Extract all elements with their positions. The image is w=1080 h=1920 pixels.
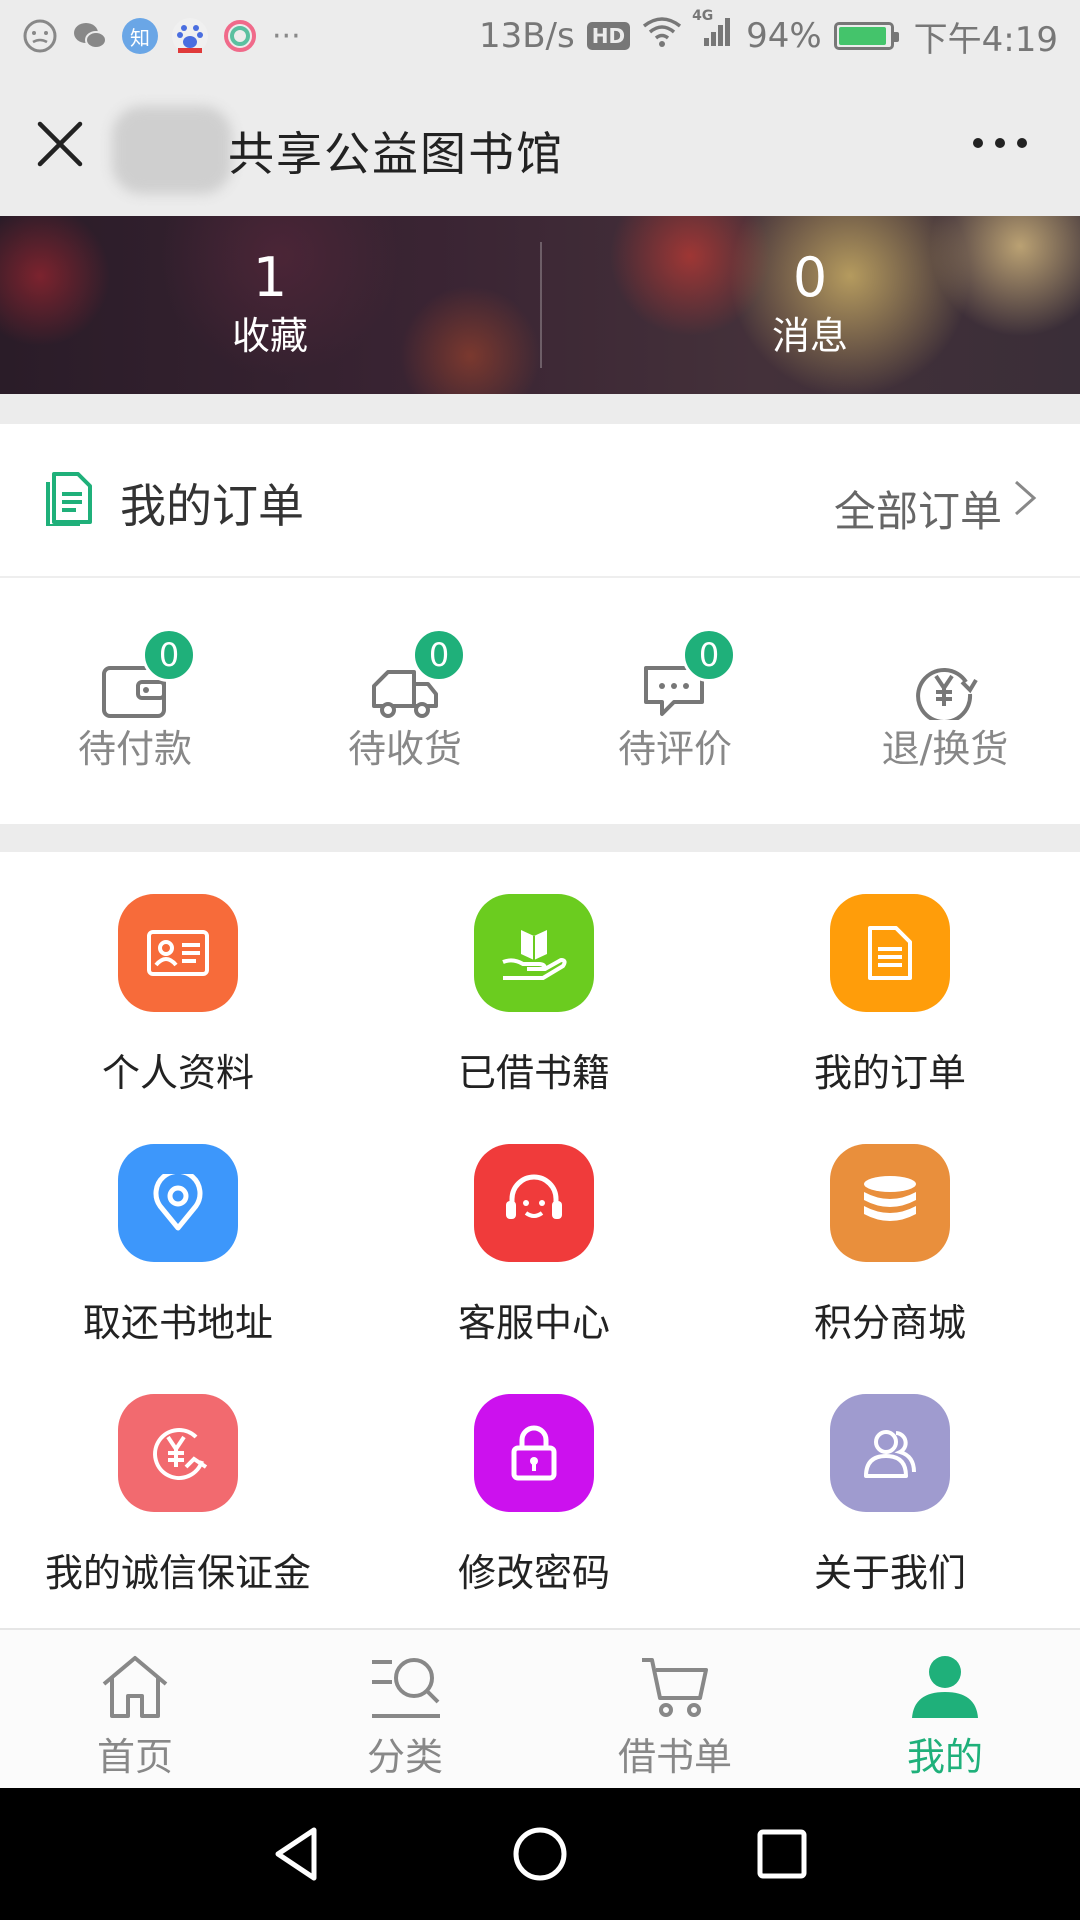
page-title: 共享公益图书馆 (228, 127, 564, 181)
status-bar-apps: 知 ··· (22, 18, 301, 54)
profile-card-icon (118, 894, 238, 1012)
home-icon (102, 1656, 168, 1718)
pending-payment-button[interactable]: 0 待付款 (0, 578, 270, 824)
change-password-label: 修改密码 (457, 1551, 610, 1595)
pending-review-badge: 0 (682, 628, 736, 682)
tab-mine[interactable]: 我的 (810, 1630, 1080, 1790)
yen-return-icon (916, 667, 978, 720)
profile-button[interactable]: 个人资料 (0, 852, 356, 1102)
function-grid: 个人资料 已借书籍 我的订单 取还书地址 客服中心 积分商城 我的诚信保证金 修… (0, 852, 1080, 1628)
pending-payment-label: 待付款 (77, 727, 192, 771)
face-icon (22, 18, 58, 54)
category-search-icon (372, 1658, 440, 1718)
status-bar: 知 ··· 13B/s HD 4G 94% 下午4:19 (0, 0, 1080, 72)
messages-count: 0 (792, 246, 828, 309)
favorites-stat[interactable]: 1 收藏 (120, 246, 420, 362)
pending-review-button[interactable]: 0 待评价 (540, 578, 810, 824)
pending-review-label: 待评价 (617, 727, 732, 771)
wifi-icon (642, 16, 682, 57)
status-more-indicator: ··· (272, 18, 301, 54)
user-icon (912, 1656, 978, 1718)
bottom-tab-bar: 首页 分类 借书单 我的 (0, 1628, 1080, 1788)
pending-receipt-badge: 0 (412, 628, 466, 682)
return-exchange-label: 退/换货 (881, 727, 1009, 771)
headset-icon (474, 1144, 594, 1262)
redacted-logo (112, 106, 232, 194)
customer-service-label: 客服中心 (457, 1301, 610, 1345)
about-us-button[interactable]: 关于我们 (712, 1352, 1068, 1602)
my-orders-grid-button[interactable]: 我的订单 (712, 852, 1068, 1102)
zhihu-icon: 知 (122, 18, 158, 54)
coins-icon (830, 1144, 950, 1262)
battery-percent: 94% (746, 16, 822, 56)
stats-banner: 1 收藏 0 消息 (0, 216, 1080, 394)
pending-receipt-button[interactable]: 0 待收货 (270, 578, 540, 824)
battery-icon (833, 22, 899, 50)
tab-mine-label: 我的 (906, 1735, 983, 1779)
recents-icon[interactable] (752, 1824, 812, 1884)
stats-divider (540, 242, 542, 368)
document-icon (830, 894, 950, 1012)
orders-document-icon (46, 472, 92, 526)
return-exchange-button[interactable]: 退/换货 (810, 578, 1080, 824)
my-orders-title: 我的订单 (120, 479, 304, 533)
location-icon (118, 1144, 238, 1262)
change-password-button[interactable]: 修改密码 (356, 1352, 712, 1602)
chevron-right-icon (1015, 480, 1037, 516)
back-icon[interactable] (268, 1824, 328, 1884)
yen-deposit-icon (118, 1394, 238, 1512)
screen: 知 ··· 13B/s HD 4G 94% 下午4:19 共享公益图书馆 1 收… (0, 0, 1080, 1920)
hd-badge: HD (586, 22, 631, 50)
system-nav-bar (0, 1788, 1080, 1920)
borrowed-books-button[interactable]: 已借书籍 (356, 852, 712, 1102)
pending-payment-badge: 0 (142, 628, 196, 682)
borrowed-books-label: 已借书籍 (457, 1051, 610, 1095)
pickup-address-label: 取还书地址 (82, 1301, 273, 1345)
wechat-icon (72, 18, 108, 54)
all-orders-link[interactable]: 全部订单 (834, 478, 1002, 539)
users-icon (830, 1394, 950, 1512)
home-nav-icon[interactable] (510, 1824, 570, 1884)
tab-home-label: 首页 (96, 1735, 173, 1779)
my-orders-section: 我的订单 全部订单 0 待付款 0 待收货 0 待评价 退/换货 (0, 424, 1080, 824)
signal-icon: 4G (692, 8, 734, 57)
favorites-label: 收藏 (231, 314, 308, 358)
my-orders-header[interactable]: 我的订单 全部订单 (0, 424, 1080, 578)
baidu-icon (172, 18, 208, 54)
favorites-count: 1 (252, 246, 288, 309)
about-us-label: 关于我们 (813, 1551, 966, 1595)
deposit-label: 我的诚信保证金 (44, 1551, 311, 1595)
book-hand-icon (474, 894, 594, 1012)
close-icon[interactable] (36, 120, 84, 168)
more-options-icon[interactable] (970, 128, 1030, 158)
points-mall-button[interactable]: 积分商城 (712, 1102, 1068, 1352)
net-speed: 13B/s (478, 16, 575, 56)
pickup-address-button[interactable]: 取还书地址 (0, 1102, 356, 1352)
cart-icon (642, 1658, 708, 1717)
tab-home[interactable]: 首页 (0, 1630, 270, 1790)
network-type: 4G (692, 7, 714, 24)
tab-borrow-list[interactable]: 借书单 (540, 1630, 810, 1790)
profile-label: 个人资料 (101, 1051, 254, 1095)
tab-category[interactable]: 分类 (270, 1630, 540, 1790)
tab-borrow-list-label: 借书单 (617, 1735, 732, 1779)
points-mall-label: 积分商城 (813, 1301, 966, 1345)
tab-category-label: 分类 (366, 1735, 443, 1779)
status-bar-system: 13B/s HD 4G 94% 下午4:19 (478, 8, 1058, 61)
messages-stat[interactable]: 0 消息 (660, 246, 960, 362)
deposit-button[interactable]: 我的诚信保证金 (0, 1352, 356, 1602)
pending-receipt-label: 待收货 (347, 727, 462, 771)
lock-icon (474, 1394, 594, 1512)
clock: 下午4:19 (913, 19, 1058, 60)
messages-label: 消息 (771, 314, 848, 358)
title-bar: 共享公益图书馆 (0, 72, 1080, 216)
browser-icon (222, 18, 258, 54)
customer-service-button[interactable]: 客服中心 (356, 1102, 712, 1352)
my-orders-grid-label: 我的订单 (813, 1051, 966, 1095)
